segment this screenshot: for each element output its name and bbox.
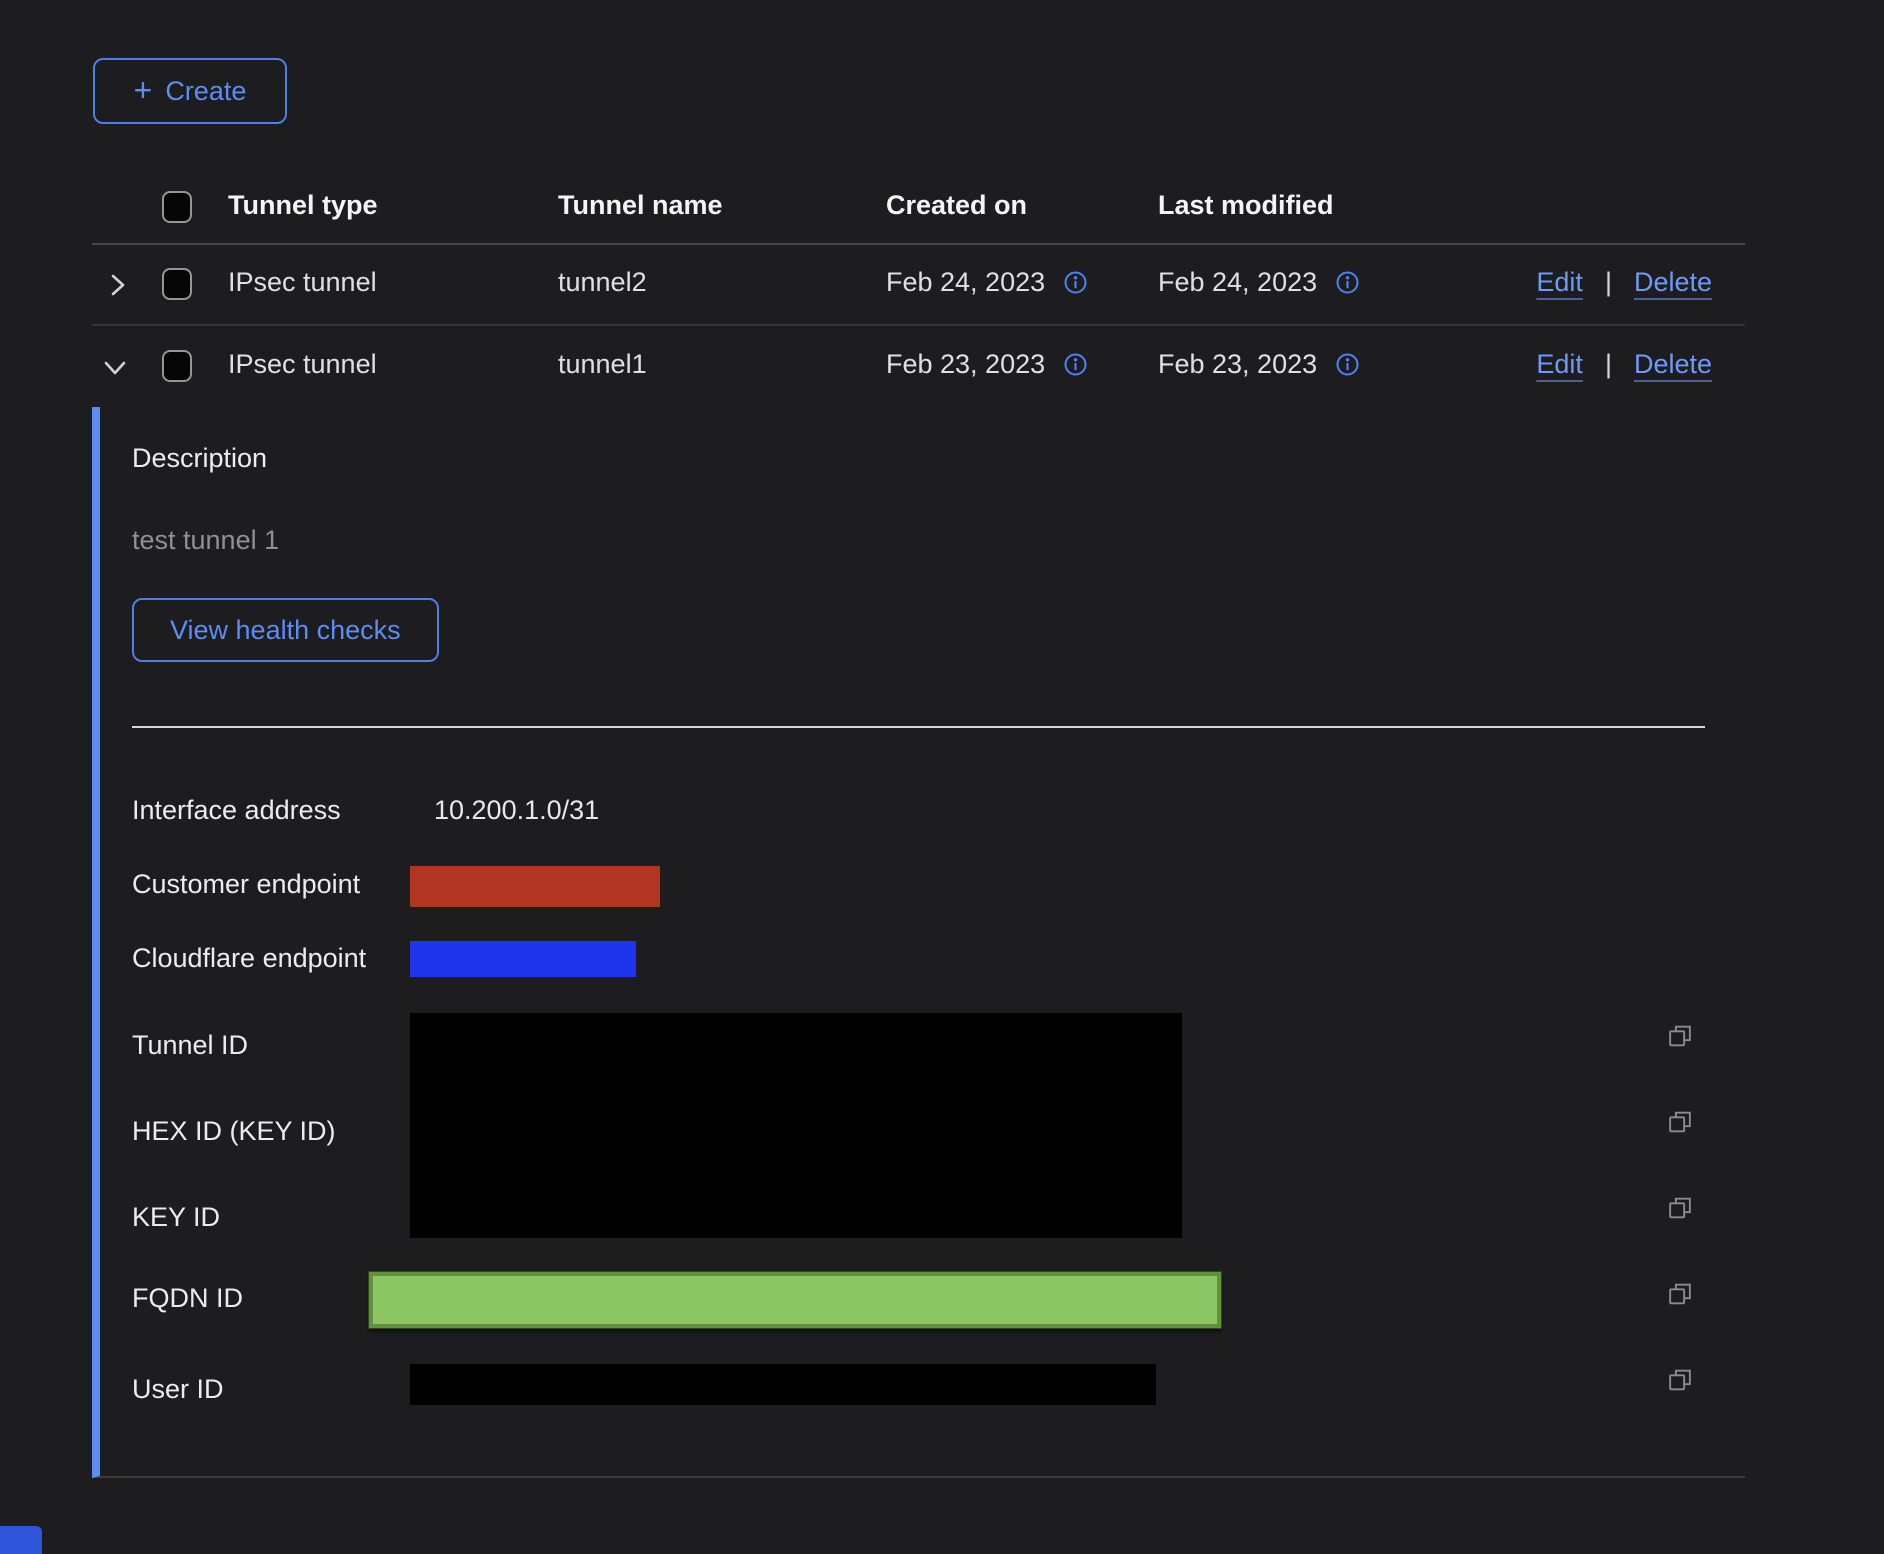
- last-modified-value: Feb 23, 2023: [1158, 349, 1317, 380]
- copy-icon[interactable]: [1666, 1194, 1694, 1222]
- created-on-value: Feb 24, 2023: [886, 267, 1045, 298]
- row-actions: Edit | Delete: [1536, 267, 1712, 298]
- tunnel-detail-panel: Description test tunnel 1 View health ch…: [92, 407, 1745, 1478]
- cell-last-modified: Feb 23, 2023: [1158, 349, 1360, 380]
- ids-redaction: [410, 1013, 1182, 1238]
- cell-created-on: Feb 23, 2023: [886, 349, 1088, 380]
- cell-tunnel-name: tunnel1: [558, 349, 647, 380]
- delete-link[interactable]: Delete: [1634, 349, 1712, 380]
- cell-last-modified: Feb 24, 2023: [1158, 267, 1360, 298]
- hex-id-label: HEX ID (KEY ID): [132, 1116, 336, 1147]
- edit-link[interactable]: Edit: [1536, 349, 1583, 380]
- cell-tunnel-type: IPsec tunnel: [228, 267, 377, 298]
- section-divider: [132, 726, 1705, 728]
- interface-address-label: Interface address: [132, 795, 341, 826]
- tunnel-id-label: Tunnel ID: [132, 1030, 248, 1061]
- create-button-label: Create: [165, 76, 246, 107]
- cell-created-on: Feb 24, 2023: [886, 267, 1088, 298]
- partial-button-bottom-left[interactable]: [0, 1526, 42, 1554]
- cell-tunnel-name: tunnel2: [558, 267, 647, 298]
- tunnel-fields: Interface address 10.200.1.0/31 Customer…: [132, 790, 1745, 1450]
- cloudflare-endpoint-label: Cloudflare endpoint: [132, 943, 366, 974]
- description-value: test tunnel 1: [132, 525, 279, 556]
- select-all-checkbox[interactable]: [162, 191, 192, 223]
- column-header-last-modified: Last modified: [1158, 190, 1334, 221]
- delete-link[interactable]: Delete: [1634, 267, 1712, 298]
- cell-tunnel-type: IPsec tunnel: [228, 349, 377, 380]
- key-id-label: KEY ID: [132, 1202, 220, 1233]
- column-header-created-on: Created on: [886, 190, 1027, 221]
- create-button[interactable]: + Create: [93, 58, 287, 124]
- copy-icon[interactable]: [1666, 1022, 1694, 1050]
- user-id-redaction: [410, 1364, 1156, 1405]
- fqdn-id-redaction: [369, 1272, 1221, 1328]
- info-icon[interactable]: [1335, 270, 1360, 295]
- chevron-right-icon[interactable]: [102, 270, 132, 300]
- info-icon[interactable]: [1063, 352, 1088, 377]
- row-checkbox[interactable]: [162, 268, 192, 300]
- copy-icon[interactable]: [1666, 1366, 1694, 1394]
- plus-icon: +: [134, 74, 153, 106]
- column-header-tunnel-name: Tunnel name: [558, 190, 723, 221]
- action-separator: |: [1605, 349, 1612, 380]
- chevron-down-icon[interactable]: [100, 352, 130, 382]
- copy-icon[interactable]: [1666, 1280, 1694, 1308]
- cloudflare-endpoint-redaction: [410, 941, 636, 977]
- action-separator: |: [1605, 267, 1612, 298]
- view-health-checks-button[interactable]: View health checks: [132, 598, 439, 662]
- interface-address-value: 10.200.1.0/31: [434, 795, 599, 826]
- last-modified-value: Feb 24, 2023: [1158, 267, 1317, 298]
- header-divider: [92, 243, 1745, 245]
- created-on-value: Feb 23, 2023: [886, 349, 1045, 380]
- column-header-tunnel-type: Tunnel type: [228, 190, 378, 221]
- customer-endpoint-redaction: [410, 866, 660, 907]
- customer-endpoint-label: Customer endpoint: [132, 869, 360, 900]
- row-checkbox[interactable]: [162, 350, 192, 382]
- row-actions: Edit | Delete: [1536, 349, 1712, 380]
- row-divider: [92, 324, 1745, 326]
- edit-link[interactable]: Edit: [1536, 267, 1583, 298]
- info-icon[interactable]: [1063, 270, 1088, 295]
- tunnels-page: + Create Tunnel type Tunnel name Created…: [0, 0, 1884, 1554]
- fqdn-id-label: FQDN ID: [132, 1283, 243, 1314]
- user-id-label: User ID: [132, 1374, 224, 1405]
- copy-icon[interactable]: [1666, 1108, 1694, 1136]
- description-label: Description: [132, 443, 267, 474]
- info-icon[interactable]: [1335, 352, 1360, 377]
